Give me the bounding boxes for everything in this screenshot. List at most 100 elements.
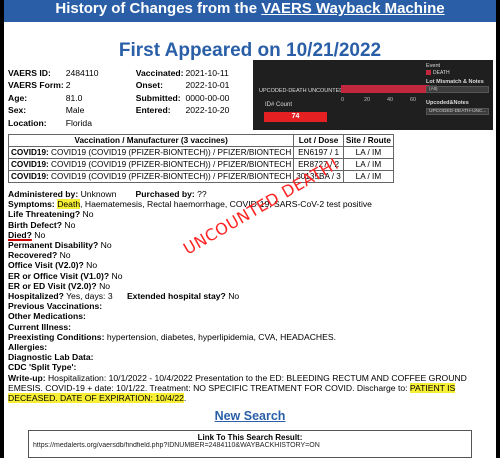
age-value: 81.0 [65, 92, 83, 103]
lot-dose-cell: EN6197 / 1 [293, 146, 344, 159]
id-count-label: ID# Count [265, 102, 293, 108]
location-value: Florida [65, 117, 92, 128]
vaccine-name: COVID19 (COVID19 (PFIZER-BIONTECH)) / PF… [51, 172, 292, 181]
er-ed-line: ER or ED Visit (V2.0)? No [8, 281, 492, 291]
previous-vaccinations-label: Previous Vaccinations: [8, 301, 103, 312]
link-result-box: Link To This Search Result: https://meda… [28, 430, 472, 458]
first-appeared-heading: First Appeared on 10/21/2022 [118, 40, 382, 61]
onset-label: Onset: [135, 80, 163, 91]
recovered-line: Recovered? No [8, 250, 492, 260]
writeup-end: . [183, 393, 187, 404]
hospitalized-value: Yes, days: 3 [66, 291, 113, 302]
col-site-route: Site / Route [342, 134, 394, 147]
report-meta: VAERS ID: 2484110 Vaccinated: 2021-10-11… [8, 67, 231, 129]
legend-item-death[interactable]: DEATH [426, 70, 450, 76]
lab-data-line: Diagnostic Lab Data: [8, 352, 492, 362]
vaccine-type: COVID19: [11, 172, 49, 181]
administered-line: Administered by: Unknown Purchased by: ?… [8, 189, 492, 199]
allergies-line: Allergies: [8, 342, 492, 352]
col-vaccination: Vaccination / Manufacturer (3 vaccines) [7, 134, 295, 147]
er-office-line: ER or Office Visit (V1.0)? No [8, 271, 492, 281]
location-label: Location: [8, 117, 47, 128]
birth-defect-value: No [64, 219, 76, 230]
site-route-cell: LA / IM [342, 146, 394, 159]
wayback-machine-link[interactable]: VAERS Wayback Machine [261, 0, 444, 17]
banner-text: History of Changes from the [55, 0, 262, 17]
dashboard-bar-track [341, 85, 437, 93]
col-lot-dose: Lot / Dose [293, 134, 344, 147]
page-frame: History of Changes from the VAERS Waybac… [4, 0, 496, 458]
vaccine-name: COVID19 (COVID19 (PFIZER-BIONTECH)) / PF… [51, 148, 292, 157]
recovered-value: No [59, 250, 71, 261]
died-value: No [34, 229, 46, 240]
preexisting-label: Preexisting Conditions: [8, 331, 105, 342]
administered-label: Administered by: [8, 189, 79, 199]
vaccine-type: COVID19: [11, 160, 49, 169]
recovered-label: Recovered? [8, 250, 58, 261]
new-search-container: New Search [4, 409, 496, 423]
site-route-cell: LA / IM [342, 170, 394, 183]
office-visit-value: No [86, 260, 98, 271]
vaers-form-value: 2 [65, 80, 71, 91]
er-office-value: No [111, 270, 123, 281]
vaers-form-label: VAERS Form: [8, 80, 64, 91]
vaers-id-label: VAERS ID: [8, 68, 51, 78]
purchased-label: Purchased by: [135, 189, 195, 199]
preexisting-line: Preexisting Conditions: hypertension, di… [8, 332, 492, 342]
writeup-text: Hospitalization: 10/1/2022 - 10/4/2022 P… [8, 372, 467, 393]
permanent-disability-label: Permanent Disability? [8, 240, 99, 251]
legend-swatch [426, 70, 431, 76]
extended-stay-label: Extended hospital stay? [126, 291, 226, 302]
axis-tick: 40 [387, 97, 394, 103]
new-search-link[interactable]: New Search [215, 409, 286, 423]
hospitalized-label: Hospitalized? [8, 291, 64, 302]
upcoded-filter[interactable]: UPCODED-DEATH-UNC... [426, 108, 489, 115]
life-threatening-value: No [82, 209, 94, 220]
lot-mismatch-filter[interactable]: (All) [426, 86, 489, 93]
administered-value: Unknown [80, 189, 117, 199]
sex-value: Male [65, 105, 85, 116]
birth-defect-label: Birth Defect? [8, 219, 62, 230]
er-office-label: ER or Office Visit (V1.0)? [8, 270, 110, 281]
er-ed-label: ER or ED Visit (V2.0)? [8, 280, 97, 291]
legend-label: DEATH [433, 70, 450, 76]
onset-value: 2022-10-01 [185, 80, 230, 91]
age-label: Age: [8, 92, 28, 103]
vaccine-name-cell: COVID19: COVID19 (COVID19 (PFIZER-BIONTE… [7, 146, 295, 159]
entered-label: Entered: [135, 105, 171, 116]
link-result-url[interactable]: https://medalerts.org/vaersdb/findfield.… [29, 442, 471, 449]
extended-stay-value: No [228, 291, 240, 302]
other-medications-line: Other Medications: [8, 311, 492, 321]
purchased-value: ?? [197, 189, 207, 199]
cdc-split-line: CDC 'Split Type': [8, 362, 492, 372]
life-threatening-label: Life Threatening? [8, 209, 81, 220]
vaccine-name: COVID19 (COVID19 (PFIZER-BIONTECH)) / PF… [51, 160, 292, 169]
symptom-death-highlight: Death [57, 199, 81, 210]
cdc-split-label: CDC 'Split Type': [8, 362, 77, 373]
id-count-value[interactable]: 74 [264, 112, 327, 122]
entered-value: 2022-10-20 [185, 105, 230, 116]
died-line: Died? No [8, 230, 492, 240]
vaccine-type: COVID19: [11, 148, 49, 157]
upcoded-filter-label: Upcoded&Notes [426, 100, 469, 106]
vaccinated-value: 2021-10-11 [185, 68, 229, 78]
lot-mismatch-filter-label: Lot Mismatch & Notes [426, 79, 484, 85]
link-result-title: Link To This Search Result: [197, 433, 303, 442]
office-visit-label: Office Visit (V2.0)? [8, 260, 84, 271]
history-banner: History of Changes from the VAERS Waybac… [4, 0, 496, 22]
table-row: COVID19: COVID19 (COVID19 (PFIZER-BIONTE… [7, 146, 394, 159]
vaers-id-value: 2484110 [65, 68, 99, 78]
permanent-disability-line: Permanent Disability? No [8, 240, 492, 250]
submitted-value: 0000-00-00 [185, 92, 230, 103]
axis-tick: 0 [341, 97, 345, 103]
er-ed-value: No [99, 280, 111, 291]
axis-tick: 20 [364, 97, 371, 103]
office-visit-line: Office Visit (V2.0)? No [8, 260, 492, 270]
submitted-label: Submitted: [135, 92, 181, 103]
dashboard-row-label: UPCODED-DEATH UNCOUNTED [259, 88, 344, 94]
vaccinated-label: Vaccinated: [135, 68, 184, 78]
death-count-bar[interactable] [341, 85, 430, 93]
hospitalized-line: Hospitalized? Yes, days: 3 Extended hosp… [8, 291, 492, 301]
current-illness-line: Current Illness: [8, 322, 492, 332]
dashboard-panel: UPCODED-DEATH UNCOUNTED 0 20 40 60 ID# C… [253, 60, 493, 130]
